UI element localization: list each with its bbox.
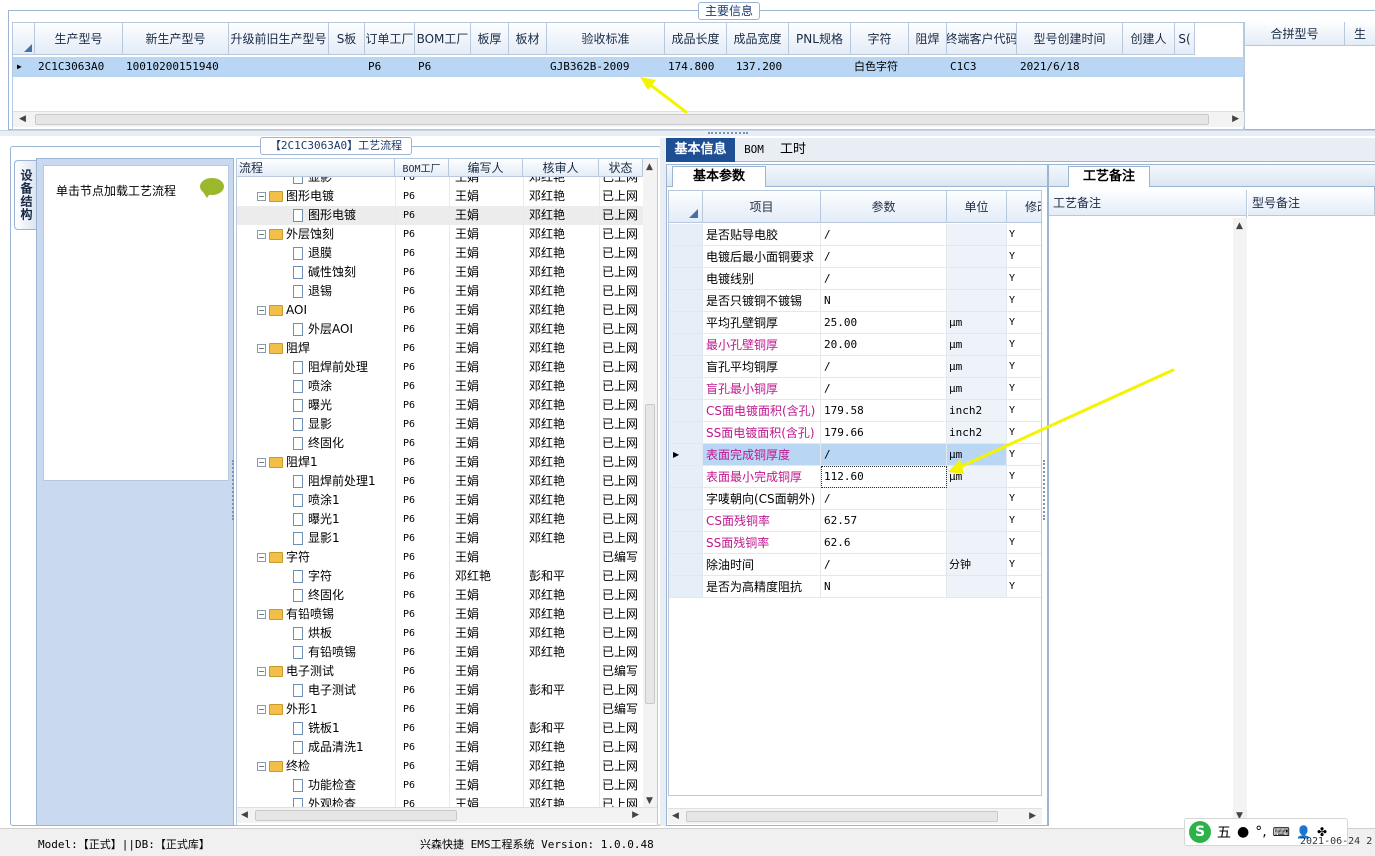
sogou-logo-icon: S [1189,821,1211,843]
annotation-arrows [640,77,1175,474]
annotation-arrow-copper [948,368,1175,474]
ime-keyboard-icon: ⌨ [1272,825,1290,839]
annotation-arrow-standard [640,77,688,114]
status-app-version: 兴森快捷 EMS工程系统 Version: 1.0.0.48 [420,838,654,851]
status-model-db: Model:【正式】||DB:【正式库】 [38,838,210,851]
ime-fullwidth-icon: ● [1237,824,1250,840]
clock-text: 2021-06-24 2 [1300,836,1373,847]
ime-mode-label: 五 [1217,825,1231,841]
status-bar: Model:【正式】||DB:【正式库】 兴森快捷 EMS工程系统 Versio… [0,828,1375,856]
ime-punctuation-icon: °, [1255,824,1267,840]
